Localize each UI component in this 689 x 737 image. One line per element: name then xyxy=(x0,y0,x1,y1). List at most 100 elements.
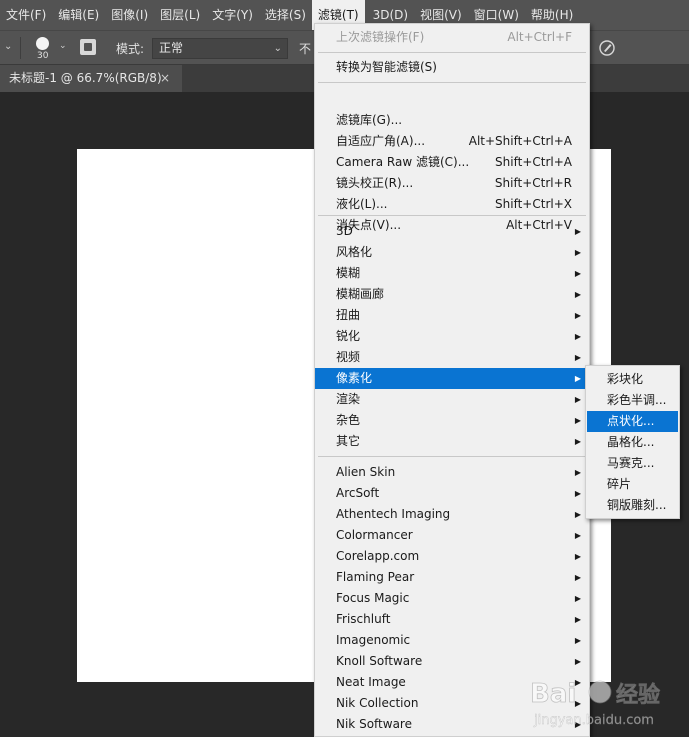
submenu-item-label: 碎片 xyxy=(607,477,632,491)
submenu-item-label: 晶格化... xyxy=(607,435,655,449)
menu-item-convert-smart-filter[interactable]: 转换为智能滤镜(S) xyxy=(315,57,589,78)
divider xyxy=(20,37,21,59)
menu-item-filter[interactable]: Camera Raw 滤镜(C)... Shift+Ctrl+A xyxy=(315,152,589,173)
submenu-arrow-icon: ▶ xyxy=(574,269,581,278)
submenu-item[interactable]: 彩块化 xyxy=(587,369,678,390)
submenu-item[interactable]: 碎片 xyxy=(587,474,678,495)
menu-item-plugin[interactable]: Focus Magic ▶ xyxy=(315,588,589,609)
menu-item-label: 像素化 xyxy=(336,371,373,385)
menu-select[interactable]: 选择(S) xyxy=(259,0,312,30)
submenu-arrow-icon: ▶ xyxy=(574,573,581,582)
submenu-item-label: 彩块化 xyxy=(607,372,644,386)
menu-item-label: Nik Collection xyxy=(336,696,419,710)
document-tab-title: 未标题-1 @ 66.7%(RGB/8) xyxy=(9,71,162,85)
menu-item-label: 视频 xyxy=(336,350,361,364)
menu-item-filter-category[interactable]: 3D ▶ xyxy=(315,221,589,242)
watermark-brand-cn: 经验 xyxy=(616,682,660,708)
menu-item-label: 模糊画廊 xyxy=(336,287,385,301)
filter-menu: 上次滤镜操作(F) Alt+Ctrl+F 转换为智能滤镜(S) 滤镜库(G)..… xyxy=(314,23,590,737)
brush-preview-icon[interactable] xyxy=(36,37,49,50)
menu-item-label: Frischluft xyxy=(336,612,391,626)
menu-item-filter-category[interactable]: 锐化 ▶ xyxy=(315,326,589,347)
menu-item-filter[interactable]: 滤镜库(G)... xyxy=(315,110,589,131)
menu-item-filter-category[interactable]: 杂色 ▶ xyxy=(315,410,589,431)
menu-item-label: 其它 xyxy=(336,434,361,448)
submenu-item[interactable]: 铜版雕刻... xyxy=(587,495,678,516)
menu-item-label: Focus Magic xyxy=(336,591,410,605)
mode-value: 正常 xyxy=(159,41,184,55)
menu-item-plugin[interactable]: Frischluft ▶ xyxy=(315,609,589,630)
menu-item-plugin[interactable]: Athentech Imaging ▶ xyxy=(315,504,589,525)
submenu-item-label: 彩色半调... xyxy=(607,393,667,407)
menu-item-shortcut: Shift+Ctrl+X xyxy=(495,197,572,211)
menu-type[interactable]: 文字(Y) xyxy=(206,0,259,30)
menu-separator xyxy=(318,215,586,216)
menu-item-filter-category[interactable]: 视频 ▶ xyxy=(315,347,589,368)
menu-item-plugin[interactable]: Colormancer ▶ xyxy=(315,525,589,546)
submenu-item[interactable]: 晶格化... xyxy=(587,432,678,453)
menu-item-label: Alien Skin xyxy=(336,465,396,479)
menu-item-label: Flaming Pear xyxy=(336,570,415,584)
submenu-arrow-icon: ▶ xyxy=(574,311,581,320)
pressure-pen-icon[interactable] xyxy=(598,39,616,57)
menu-item-label: Nik Software xyxy=(336,717,412,731)
document-tab[interactable]: 未标题-1 @ 66.7%(RGB/8) × xyxy=(0,65,182,92)
menu-edit[interactable]: 编辑(E) xyxy=(52,0,105,30)
menu-item-filter-category[interactable]: 其它 ▶ xyxy=(315,431,589,452)
submenu-arrow-icon: ▶ xyxy=(574,248,581,257)
chevron-down-icon[interactable]: ⌄ xyxy=(4,41,12,52)
menu-item-plugin[interactable]: Flaming Pear ▶ xyxy=(315,567,589,588)
menu-item-label: ArcSoft xyxy=(336,486,380,500)
submenu-arrow-icon: ▶ xyxy=(574,395,581,404)
menu-separator xyxy=(318,52,586,53)
menu-separator xyxy=(318,82,586,83)
menu-item-label: 模糊 xyxy=(336,266,361,280)
submenu-arrow-icon: ▶ xyxy=(574,227,581,236)
menu-item-filter[interactable]: 自适应广角(A)... Alt+Shift+Ctrl+A xyxy=(315,131,589,152)
submenu-arrow-icon: ▶ xyxy=(574,657,581,666)
submenu-item[interactable]: 彩色半调... xyxy=(587,390,678,411)
paw-icon xyxy=(588,680,612,704)
menu-item-label: 滤镜库(G)... xyxy=(336,113,403,127)
menu-item-label: Knoll Software xyxy=(336,654,423,668)
chevron-down-icon: ⌄ xyxy=(273,43,282,54)
menu-item-filter-category[interactable]: 渲染 ▶ xyxy=(315,389,589,410)
menu-image[interactable]: 图像(I) xyxy=(105,0,154,30)
menu-layer[interactable]: 图层(L) xyxy=(154,0,206,30)
mode-label: 模式: xyxy=(116,42,145,56)
brush-dropdown-icon[interactable]: ⌄ xyxy=(59,41,67,51)
menu-item-label: Athentech Imaging xyxy=(336,507,451,521)
menu-item-plugin[interactable]: Corelapp.com ▶ xyxy=(315,546,589,567)
submenu-arrow-icon: ▶ xyxy=(574,489,581,498)
pixelate-submenu: 彩块化彩色半调... 点状化... 晶格化... 马赛克... 碎片铜版雕刻... xyxy=(585,365,680,519)
menu-item-plugin[interactable]: Knoll Software ▶ xyxy=(315,651,589,672)
mode-select[interactable]: 正常 ⌄ xyxy=(152,38,288,59)
menu-item-shortcut: Shift+Ctrl+A xyxy=(495,155,572,169)
menu-item-plugin[interactable]: Imagenomic ▶ xyxy=(315,630,589,651)
submenu-item-label: 铜版雕刻... xyxy=(607,498,667,512)
menu-item-filter-category[interactable]: 像素化 ▶ xyxy=(315,368,589,389)
menu-item-last-filter: 上次滤镜操作(F) Alt+Ctrl+F xyxy=(336,30,572,44)
menu-item-filter-category[interactable]: 模糊 ▶ xyxy=(315,263,589,284)
submenu-arrow-icon: ▶ xyxy=(574,437,581,446)
submenu-item[interactable]: 点状化... xyxy=(587,411,678,432)
submenu-arrow-icon: ▶ xyxy=(574,353,581,362)
submenu-arrow-icon: ▶ xyxy=(574,468,581,477)
submenu-item[interactable]: 马赛克... xyxy=(587,453,678,474)
close-icon[interactable]: × xyxy=(160,65,170,92)
menu-file[interactable]: 文件(F) xyxy=(0,0,52,30)
menu-item-filter-category[interactable]: 扭曲 ▶ xyxy=(315,305,589,326)
submenu-arrow-icon: ▶ xyxy=(574,290,581,299)
menu-item-filter[interactable]: 镜头校正(R)... Shift+Ctrl+R xyxy=(315,173,589,194)
menu-item-filter-category[interactable]: 风格化 ▶ xyxy=(315,242,589,263)
menu-item-filter[interactable]: 液化(L)... Shift+Ctrl+X xyxy=(315,194,589,215)
menu-item-plugin[interactable]: Alien Skin ▶ xyxy=(315,462,589,483)
submenu-arrow-icon: ▶ xyxy=(574,615,581,624)
menu-item-label: Colormancer xyxy=(336,528,413,542)
menu-item-label: 液化(L)... xyxy=(336,197,388,211)
brush-settings-icon[interactable] xyxy=(80,39,96,55)
submenu-arrow-icon: ▶ xyxy=(574,416,581,425)
watermark-url: jingyan.baidu.com xyxy=(533,713,654,728)
menu-item-plugin[interactable]: ArcSoft ▶ xyxy=(315,483,589,504)
menu-item-filter-category[interactable]: 模糊画廊 ▶ xyxy=(315,284,589,305)
